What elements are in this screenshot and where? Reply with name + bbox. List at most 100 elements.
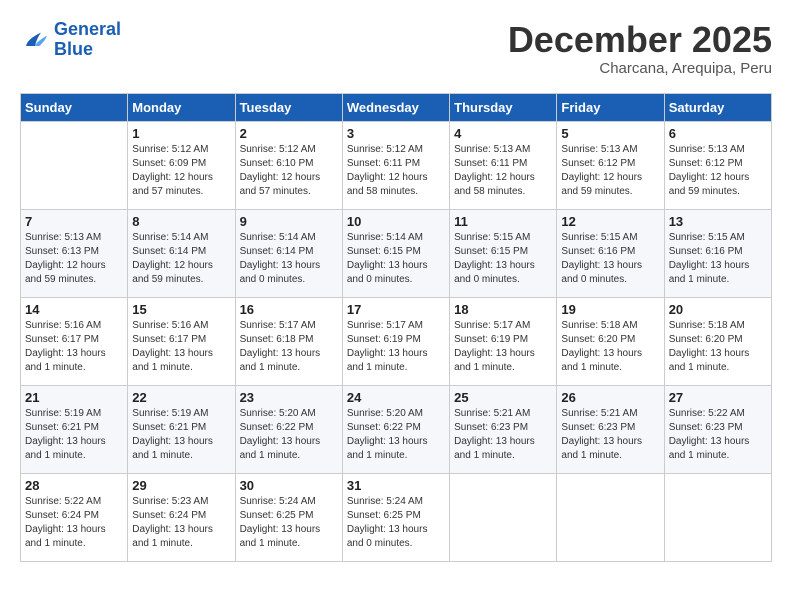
day-detail: Sunrise: 5:15 AMSunset: 6:15 PMDaylight:…: [454, 231, 552, 287]
day-detail: Sunrise: 5:13 AMSunset: 6:13 PMDaylight:…: [25, 231, 123, 287]
calendar-cell: 5 Sunrise: 5:13 AMSunset: 6:12 PMDayligh…: [557, 121, 664, 209]
calendar-cell: 18 Sunrise: 5:17 AMSunset: 6:19 PMDaylig…: [450, 297, 557, 385]
calendar-cell: 28 Sunrise: 5:22 AMSunset: 6:24 PMDaylig…: [21, 473, 128, 561]
calendar-week-row: 14 Sunrise: 5:16 AMSunset: 6:17 PMDaylig…: [21, 297, 772, 385]
day-detail: Sunrise: 5:22 AMSunset: 6:23 PMDaylight:…: [669, 407, 767, 463]
calendar-cell: 20 Sunrise: 5:18 AMSunset: 6:20 PMDaylig…: [664, 297, 771, 385]
day-number: 3: [347, 126, 445, 141]
weekday-header-thursday: Thursday: [450, 93, 557, 121]
day-detail: Sunrise: 5:20 AMSunset: 6:22 PMDaylight:…: [240, 407, 338, 463]
calendar-cell: 27 Sunrise: 5:22 AMSunset: 6:23 PMDaylig…: [664, 385, 771, 473]
calendar-cell: 4 Sunrise: 5:13 AMSunset: 6:11 PMDayligh…: [450, 121, 557, 209]
day-number: 29: [132, 478, 230, 493]
calendar-table: SundayMondayTuesdayWednesdayThursdayFrid…: [20, 93, 772, 562]
calendar-cell: 30 Sunrise: 5:24 AMSunset: 6:25 PMDaylig…: [235, 473, 342, 561]
day-detail: Sunrise: 5:12 AMSunset: 6:09 PMDaylight:…: [132, 143, 230, 199]
day-number: 6: [669, 126, 767, 141]
day-number: 28: [25, 478, 123, 493]
calendar-cell: 31 Sunrise: 5:24 AMSunset: 6:25 PMDaylig…: [342, 473, 449, 561]
day-number: 17: [347, 302, 445, 317]
calendar-cell: 9 Sunrise: 5:14 AMSunset: 6:14 PMDayligh…: [235, 209, 342, 297]
day-detail: Sunrise: 5:17 AMSunset: 6:19 PMDaylight:…: [454, 319, 552, 375]
day-number: 16: [240, 302, 338, 317]
day-number: 4: [454, 126, 552, 141]
calendar-cell: 3 Sunrise: 5:12 AMSunset: 6:11 PMDayligh…: [342, 121, 449, 209]
month-title: December 2025: [508, 20, 772, 60]
calendar-cell: 14 Sunrise: 5:16 AMSunset: 6:17 PMDaylig…: [21, 297, 128, 385]
day-number: 22: [132, 390, 230, 405]
calendar-cell: [450, 473, 557, 561]
day-detail: Sunrise: 5:23 AMSunset: 6:24 PMDaylight:…: [132, 495, 230, 551]
calendar-week-row: 21 Sunrise: 5:19 AMSunset: 6:21 PMDaylig…: [21, 385, 772, 473]
calendar-cell: 21 Sunrise: 5:19 AMSunset: 6:21 PMDaylig…: [21, 385, 128, 473]
day-number: 26: [561, 390, 659, 405]
day-number: 15: [132, 302, 230, 317]
logo-bird-icon: [20, 25, 50, 55]
location-subtitle: Charcana, Arequipa, Peru: [508, 60, 772, 77]
day-detail: Sunrise: 5:21 AMSunset: 6:23 PMDaylight:…: [454, 407, 552, 463]
calendar-week-row: 28 Sunrise: 5:22 AMSunset: 6:24 PMDaylig…: [21, 473, 772, 561]
day-number: 8: [132, 214, 230, 229]
calendar-cell: 13 Sunrise: 5:15 AMSunset: 6:16 PMDaylig…: [664, 209, 771, 297]
calendar-cell: 12 Sunrise: 5:15 AMSunset: 6:16 PMDaylig…: [557, 209, 664, 297]
calendar-week-row: 1 Sunrise: 5:12 AMSunset: 6:09 PMDayligh…: [21, 121, 772, 209]
day-detail: Sunrise: 5:17 AMSunset: 6:18 PMDaylight:…: [240, 319, 338, 375]
day-number: 21: [25, 390, 123, 405]
day-number: 27: [669, 390, 767, 405]
calendar-cell: 15 Sunrise: 5:16 AMSunset: 6:17 PMDaylig…: [128, 297, 235, 385]
calendar-cell: 17 Sunrise: 5:17 AMSunset: 6:19 PMDaylig…: [342, 297, 449, 385]
day-detail: Sunrise: 5:18 AMSunset: 6:20 PMDaylight:…: [561, 319, 659, 375]
calendar-cell: 29 Sunrise: 5:23 AMSunset: 6:24 PMDaylig…: [128, 473, 235, 561]
calendar-cell: [21, 121, 128, 209]
weekday-header-friday: Friday: [557, 93, 664, 121]
day-detail: Sunrise: 5:20 AMSunset: 6:22 PMDaylight:…: [347, 407, 445, 463]
title-block: December 2025 Charcana, Arequipa, Peru: [508, 20, 772, 77]
day-number: 13: [669, 214, 767, 229]
day-detail: Sunrise: 5:24 AMSunset: 6:25 PMDaylight:…: [347, 495, 445, 551]
calendar-cell: 26 Sunrise: 5:21 AMSunset: 6:23 PMDaylig…: [557, 385, 664, 473]
day-detail: Sunrise: 5:18 AMSunset: 6:20 PMDaylight:…: [669, 319, 767, 375]
calendar-cell: 7 Sunrise: 5:13 AMSunset: 6:13 PMDayligh…: [21, 209, 128, 297]
day-detail: Sunrise: 5:14 AMSunset: 6:14 PMDaylight:…: [240, 231, 338, 287]
day-number: 14: [25, 302, 123, 317]
day-number: 25: [454, 390, 552, 405]
calendar-cell: 16 Sunrise: 5:17 AMSunset: 6:18 PMDaylig…: [235, 297, 342, 385]
page-header: General Blue December 2025 Charcana, Are…: [20, 20, 772, 77]
day-detail: Sunrise: 5:21 AMSunset: 6:23 PMDaylight:…: [561, 407, 659, 463]
day-detail: Sunrise: 5:15 AMSunset: 6:16 PMDaylight:…: [561, 231, 659, 287]
day-number: 20: [669, 302, 767, 317]
weekday-header-sunday: Sunday: [21, 93, 128, 121]
day-number: 1: [132, 126, 230, 141]
calendar-cell: 22 Sunrise: 5:19 AMSunset: 6:21 PMDaylig…: [128, 385, 235, 473]
calendar-cell: 10 Sunrise: 5:14 AMSunset: 6:15 PMDaylig…: [342, 209, 449, 297]
day-detail: Sunrise: 5:22 AMSunset: 6:24 PMDaylight:…: [25, 495, 123, 551]
day-number: 18: [454, 302, 552, 317]
day-detail: Sunrise: 5:14 AMSunset: 6:14 PMDaylight:…: [132, 231, 230, 287]
weekday-header-monday: Monday: [128, 93, 235, 121]
day-detail: Sunrise: 5:13 AMSunset: 6:12 PMDaylight:…: [669, 143, 767, 199]
day-detail: Sunrise: 5:17 AMSunset: 6:19 PMDaylight:…: [347, 319, 445, 375]
day-detail: Sunrise: 5:12 AMSunset: 6:11 PMDaylight:…: [347, 143, 445, 199]
day-number: 10: [347, 214, 445, 229]
calendar-cell: 25 Sunrise: 5:21 AMSunset: 6:23 PMDaylig…: [450, 385, 557, 473]
day-detail: Sunrise: 5:12 AMSunset: 6:10 PMDaylight:…: [240, 143, 338, 199]
day-number: 12: [561, 214, 659, 229]
day-detail: Sunrise: 5:13 AMSunset: 6:12 PMDaylight:…: [561, 143, 659, 199]
day-number: 5: [561, 126, 659, 141]
calendar-week-row: 7 Sunrise: 5:13 AMSunset: 6:13 PMDayligh…: [21, 209, 772, 297]
day-number: 30: [240, 478, 338, 493]
day-number: 9: [240, 214, 338, 229]
calendar-cell: 19 Sunrise: 5:18 AMSunset: 6:20 PMDaylig…: [557, 297, 664, 385]
day-number: 31: [347, 478, 445, 493]
day-number: 11: [454, 214, 552, 229]
day-number: 19: [561, 302, 659, 317]
day-detail: Sunrise: 5:14 AMSunset: 6:15 PMDaylight:…: [347, 231, 445, 287]
calendar-cell: [557, 473, 664, 561]
day-detail: Sunrise: 5:19 AMSunset: 6:21 PMDaylight:…: [25, 407, 123, 463]
calendar-cell: 8 Sunrise: 5:14 AMSunset: 6:14 PMDayligh…: [128, 209, 235, 297]
day-number: 23: [240, 390, 338, 405]
weekday-header-tuesday: Tuesday: [235, 93, 342, 121]
calendar-cell: 2 Sunrise: 5:12 AMSunset: 6:10 PMDayligh…: [235, 121, 342, 209]
calendar-cell: 11 Sunrise: 5:15 AMSunset: 6:15 PMDaylig…: [450, 209, 557, 297]
calendar-cell: [664, 473, 771, 561]
